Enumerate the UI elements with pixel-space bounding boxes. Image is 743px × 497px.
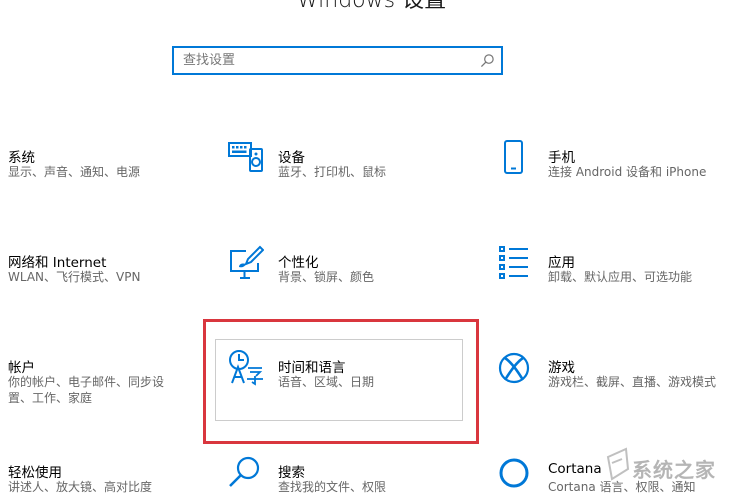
tile-title: 帐户 (8, 360, 35, 376)
watermark-text: 系统之家 (632, 458, 716, 482)
tile-search[interactable]: 搜索 查找我的文件、权限 (228, 455, 478, 497)
tile-title: 游戏 (548, 360, 575, 376)
tile-title: 应用 (548, 255, 575, 271)
tile-system[interactable]: 系统 显示、声音、通知、电源 (8, 140, 208, 200)
keyboard-speaker-icon (228, 142, 263, 172)
app-list-icon (499, 246, 528, 279)
tile-description: 连接 Android 设备和 iPhone (548, 165, 707, 179)
cortana-circle-icon (499, 458, 529, 488)
tile-accounts[interactable]: 帐户 你的帐户、电子邮件、同步设置、工作、家庭 (8, 350, 198, 410)
search-box[interactable] (172, 46, 503, 75)
tile-network[interactable]: 网络和 Internet WLAN、飞行模式、VPN (8, 245, 208, 305)
tile-description: 你的帐户、电子邮件、同步设置、工作、家庭 (8, 375, 165, 405)
tile-title: 设备 (278, 150, 305, 166)
tile-description: 游戏栏、截屏、直播、游戏模式 (548, 375, 717, 389)
tile-title: 搜索 (278, 465, 305, 481)
magnifier-icon (229, 456, 260, 487)
tile-title: 网络和 Internet (8, 255, 107, 271)
highlight-frame (203, 319, 479, 444)
tile-title: 轻松使用 (8, 465, 62, 481)
tile-title: 手机 (548, 150, 575, 166)
phone-icon (504, 140, 523, 174)
xbox-icon (498, 352, 530, 384)
tile-description: 显示、声音、通知、电源 (8, 165, 141, 179)
tile-gaming[interactable]: 游戏 游戏栏、截屏、直播、游戏模式 (498, 350, 738, 410)
tile-title: 系统 (8, 150, 35, 166)
tile-devices[interactable]: 设备 蓝牙、打印机、鼠标 (228, 140, 478, 200)
page-title: Windows 设置 (296, 0, 447, 13)
paint-monitor-icon (230, 245, 264, 279)
tile-apps[interactable]: 应用 卸载、默认应用、可选功能 (498, 245, 738, 305)
tile-description: 蓝牙、打印机、鼠标 (278, 165, 387, 179)
tile-description: 卸载、默认应用、可选功能 (548, 270, 693, 284)
tile-description: WLAN、飞行模式、VPN (8, 270, 141, 284)
tile-personalization[interactable]: 个性化 背景、锁屏、颜色 (228, 245, 478, 305)
tile-title: 个性化 (278, 255, 319, 271)
tile-description: 讲述人、放大镜、高对比度 (8, 480, 153, 494)
tile-ease-of-access[interactable]: 轻松使用 讲述人、放大镜、高对比度 (8, 455, 208, 497)
tile-phone[interactable]: 手机 连接 Android 设备和 iPhone (498, 140, 738, 200)
tile-description: 查找我的文件、权限 (278, 480, 387, 494)
search-input[interactable] (174, 48, 473, 73)
tile-description: 背景、锁屏、颜色 (278, 270, 375, 284)
search-icon[interactable] (480, 53, 495, 68)
